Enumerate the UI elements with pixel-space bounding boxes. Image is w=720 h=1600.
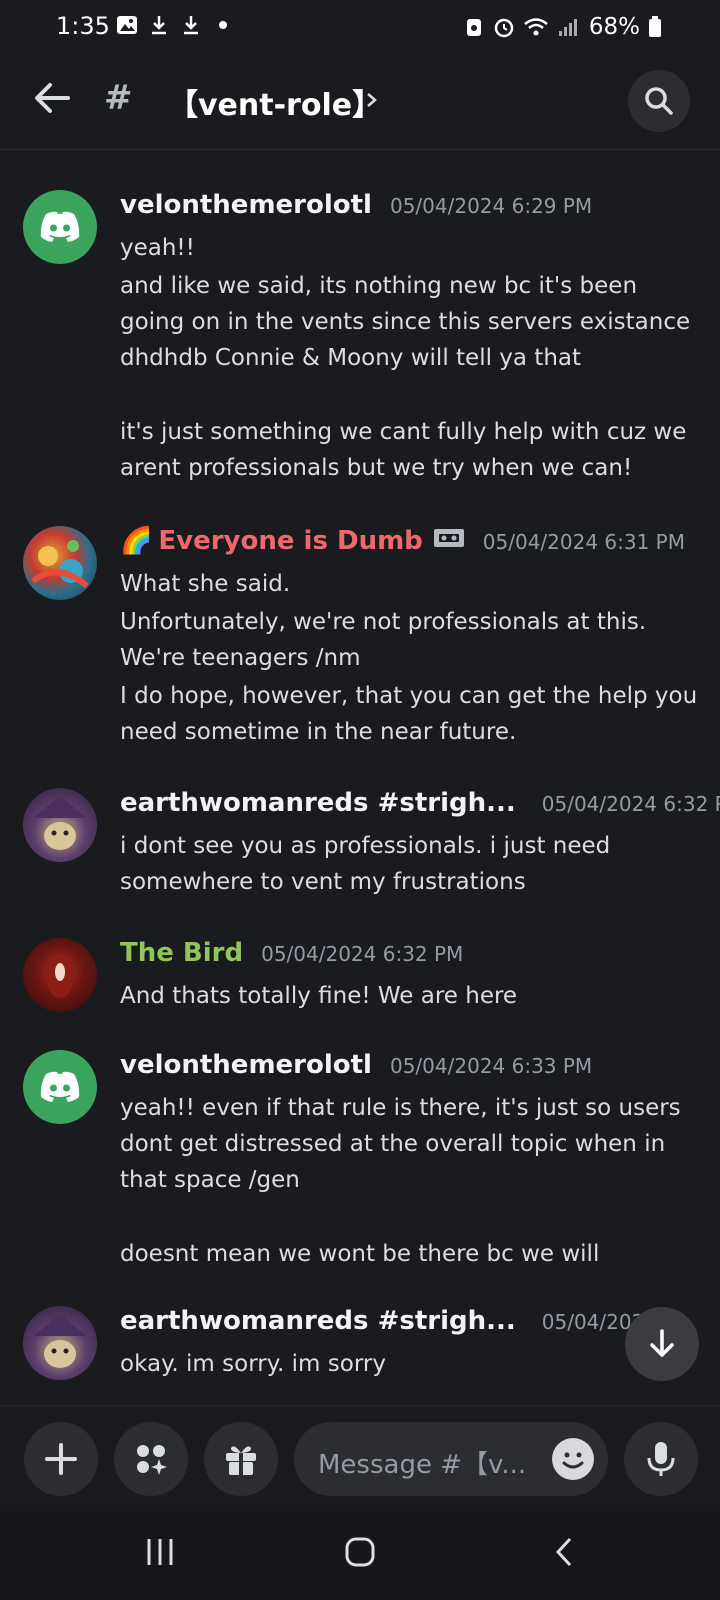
plus-icon	[45, 1443, 77, 1475]
timestamp: 05/04/2024 6:32 PM	[541, 792, 720, 816]
message-text: I do hope, however, that you can get the…	[120, 683, 698, 745]
wifi-icon	[524, 18, 548, 36]
battery-icon	[649, 16, 661, 37]
username[interactable]: The Bird	[120, 938, 243, 968]
emoji-button[interactable]	[552, 1438, 594, 1480]
avatar[interactable]	[23, 938, 97, 1012]
emoji-smile-icon	[562, 1452, 584, 1469]
timestamp: 05/04/2024 6:33 PM	[389, 1054, 593, 1078]
purple-hat-character-icon	[33, 1314, 87, 1368]
message-input-placeholder: Message #【v...	[318, 1450, 527, 1480]
back-nav-icon[interactable]	[548, 1535, 582, 1569]
timestamp: 05/04/2024 6:29 PM	[389, 194, 593, 218]
discord-logo-icon	[40, 211, 80, 242]
red-creature-icon	[46, 954, 74, 998]
message-content: i dont see you as professionals. i just …	[120, 828, 700, 902]
username[interactable]: earthwomanreds #strigh...	[120, 1306, 516, 1336]
hash-icon: #	[104, 78, 133, 118]
message-text: it's just something we cant fully help w…	[120, 419, 687, 481]
apps-button[interactable]	[114, 1422, 188, 1496]
jump-to-latest-button[interactable]	[625, 1307, 699, 1381]
voice-message-button[interactable]	[624, 1422, 698, 1496]
message-header: velonthemerolotl 05/04/2024 6:33 PM	[120, 1050, 592, 1080]
message-content: What she said. Unfortunately, we're not …	[120, 566, 700, 752]
purple-hat-character-icon	[33, 796, 87, 850]
message-text: and like we said, its nothing new bc it'…	[120, 273, 691, 371]
gift-icon	[226, 1446, 256, 1475]
discord-logo-icon	[40, 1071, 80, 1102]
message-content: okay. im sorry. im sorry	[120, 1346, 700, 1384]
status-icons-right: 68%	[463, 14, 662, 40]
system-navigation-bar	[0, 1505, 720, 1600]
message-text: yeah!! even if that rule is there, it's …	[120, 1095, 681, 1193]
search-button[interactable]	[628, 70, 690, 132]
message-text: doesnt mean we wont be there bc we will	[120, 1241, 600, 1267]
battery-percent: 68%	[588, 14, 640, 40]
rainbow-icon: 🌈	[120, 526, 153, 556]
avatar[interactable]	[23, 190, 97, 264]
username[interactable]: Everyone is Dumb	[158, 526, 422, 556]
vhs-tape-icon	[433, 529, 464, 547]
message-input[interactable]: Message #【v...	[294, 1422, 608, 1496]
gift-button[interactable]	[204, 1422, 278, 1496]
dot-icon	[219, 21, 227, 29]
signal-icon	[558, 19, 577, 36]
channel-header: # 【vent-role】	[0, 52, 720, 150]
add-attachment-button[interactable]	[24, 1422, 98, 1496]
microphone-icon	[647, 1442, 675, 1476]
timestamp: 05/04/2024 6:32 PM	[261, 942, 464, 966]
apps-sparkle-icon	[137, 1445, 167, 1475]
message-content: yeah!! and like we said, its nothing new…	[120, 230, 700, 488]
avatar[interactable]	[23, 526, 97, 600]
alarm-icon	[494, 18, 514, 38]
message-list[interactable]: velonthemerolotl 05/04/2024 6:29 PM yeah…	[0, 150, 720, 1405]
message-text: What she said.	[120, 571, 291, 597]
message-text: And thats totally fine! We are here	[120, 983, 518, 1009]
message-text: i dont see you as professionals. i just …	[120, 833, 611, 895]
username[interactable]: velonthemerolotl	[120, 190, 372, 220]
username[interactable]: earthwomanreds #strigh...	[120, 788, 516, 818]
message-content: yeah!! even if that rule is there, it's …	[120, 1090, 700, 1274]
gallery-icon	[117, 16, 137, 34]
status-icons-left	[116, 14, 234, 36]
download-icon	[152, 16, 166, 35]
arrow-down-icon	[650, 1329, 674, 1357]
arrow-left-icon	[35, 83, 70, 113]
search-icon	[645, 87, 673, 115]
download-icon	[184, 16, 198, 35]
chevron-right-icon[interactable]	[364, 88, 380, 112]
message-header: earthwomanreds #strigh... 05/04/2024 6:3…	[120, 788, 720, 818]
message-header: velonthemerolotl 05/04/2024 6:29 PM	[120, 190, 592, 220]
message-header: The Bird 05/04/2024 6:32 PM	[120, 938, 463, 968]
message-header: earthwomanreds #strigh... 05/04/2024 6	[120, 1306, 676, 1336]
avatar[interactable]	[23, 788, 97, 862]
avatar[interactable]	[23, 1306, 97, 1380]
message-header: 🌈 Everyone is Dumb 05/04/2024 6:31 PM	[120, 526, 685, 556]
colorful-art-icon	[31, 540, 89, 589]
message-text: Unfortunately, we're not professionals a…	[120, 609, 647, 671]
message-composer: Message #【v...	[0, 1405, 720, 1505]
back-button[interactable]	[30, 76, 74, 120]
avatar[interactable]	[23, 1050, 97, 1124]
message-text: yeah!!	[120, 235, 195, 261]
message-content: And thats totally fine! We are here	[120, 978, 700, 1016]
status-bar: 1:35 68%	[0, 0, 720, 52]
channel-name[interactable]: 【vent-role】	[168, 80, 382, 124]
home-icon[interactable]	[343, 1535, 377, 1569]
username[interactable]: velonthemerolotl	[120, 1050, 372, 1080]
privacy-lock-icon	[466, 19, 481, 36]
recent-apps-icon[interactable]	[143, 1535, 177, 1569]
message-text: okay. im sorry. im sorry	[120, 1351, 386, 1377]
timestamp: 05/04/2024 6:31 PM	[482, 530, 685, 554]
status-time: 1:35	[56, 12, 110, 40]
